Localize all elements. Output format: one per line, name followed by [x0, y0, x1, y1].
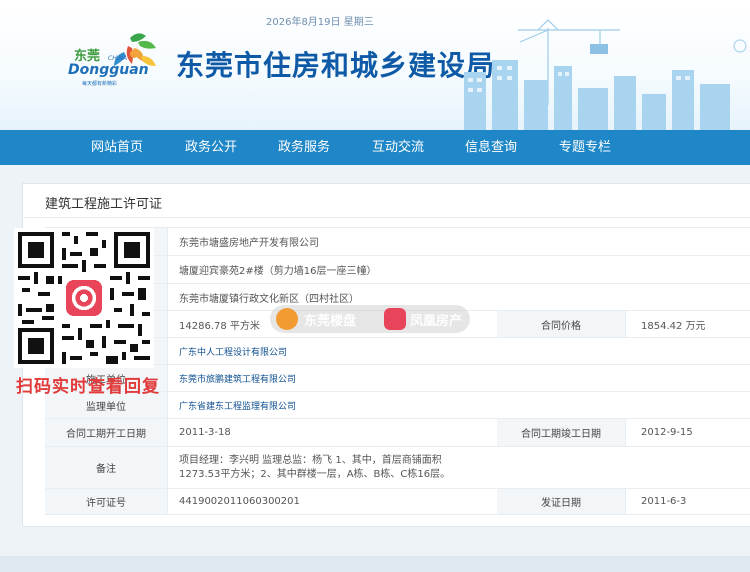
watermark-text-left: 东莞楼盘	[304, 314, 357, 329]
nav-item-gov-affairs[interactable]: 政务公开	[185, 130, 237, 165]
supervision-unit-link[interactable]: 广东省建东工程监理有限公司	[179, 392, 296, 418]
divider	[167, 311, 168, 337]
divider	[167, 228, 168, 255]
row-dates: 合同工期开工日期 2011-3-18 合同工期竣工日期 2012-9-15	[45, 418, 750, 446]
divider	[167, 489, 168, 514]
current-date: 2026年8月19日 星期三	[266, 17, 374, 28]
nav-item-gov-services[interactable]: 政务服务	[278, 130, 330, 165]
divider	[167, 447, 168, 488]
divider	[167, 338, 168, 364]
start-date-label: 合同工期开工日期	[45, 419, 167, 446]
start-date-value: 2011-3-18	[179, 427, 231, 438]
divider	[625, 311, 626, 337]
row-remark: 备注 项目经理：李兴明 监理总监：杨飞 1、其中，首层商铺面积1273.53平方…	[45, 446, 750, 488]
row-permit: 许可证号 441900201106030020​1 发证日期 2011-6-3	[45, 488, 750, 515]
remark-value: 项目经理：李兴明 监理总监：杨飞 1、其中，首层商铺面积1273.53平方米；2…	[179, 455, 451, 480]
contract-price-value: 1854.42 万元	[641, 320, 706, 332]
footer-band	[0, 556, 750, 572]
logo-slogan: 每天都有新精彩	[82, 80, 117, 87]
end-date-value: 2012-9-15	[641, 427, 693, 438]
design-unit-link[interactable]: 广东中人工程设计有限公司	[179, 338, 287, 364]
qr-caption: 扫码实时查看回复	[16, 377, 160, 397]
construction-unit-link[interactable]: 东莞市旅鹏建筑工程有限公司	[179, 365, 296, 391]
nav-item-interaction[interactable]: 互动交流	[372, 130, 424, 165]
watermark-app-icon	[384, 308, 406, 330]
nav-item-info-query[interactable]: 信息查询	[465, 130, 517, 165]
divider	[167, 365, 168, 391]
panel-title: 建筑工程施工许可证	[45, 197, 163, 212]
qr-center-logo-icon	[66, 280, 102, 316]
main-nav: 网站首页 政务公开 政务服务 互动交流 信息查询 专题专栏	[0, 130, 750, 165]
nav-item-home[interactable]: 网站首页	[91, 130, 143, 165]
issue-date-value: 2011-6-3	[641, 496, 687, 507]
watermark: 东莞楼盘 凤凰房产	[270, 305, 470, 333]
qr-code[interactable]	[14, 228, 154, 368]
contract-price-label: 合同价格	[497, 311, 625, 337]
divider	[625, 419, 626, 446]
site-header: 2026年8月19日 星期三 东莞 CHINA Dongguan 每天都有新精彩…	[0, 0, 750, 130]
watermark-text-right: 凤凰房产	[410, 314, 463, 329]
divider	[167, 284, 168, 310]
site-title: 东莞市住房和城乡建设局	[176, 49, 496, 82]
project-value: 塘厦迎宾豪苑2#楼（剪力墙16层一座三幢）	[179, 266, 377, 277]
nav-item-special-topics[interactable]: 专题专栏	[559, 130, 611, 165]
logo-en: Dongguan	[68, 62, 149, 78]
permit-no-value: 441900201106030020​1	[179, 496, 300, 507]
builder-value: 东莞市塘盛房地产开发有限公司	[179, 238, 319, 249]
end-date-label: 合同工期竣工日期	[497, 419, 625, 446]
issue-date-label: 发证日期	[497, 489, 625, 514]
panel-divider	[23, 217, 750, 218]
dongguan-logo[interactable]: 东莞 CHINA Dongguan 每天都有新精彩	[68, 30, 168, 92]
divider	[167, 419, 168, 446]
remark-label: 备注	[45, 447, 167, 488]
city-skyline-illustration	[464, 19, 747, 130]
area-value: 14286.78 平方米	[179, 320, 260, 332]
divider	[167, 256, 168, 283]
watermark-logo-icon	[276, 308, 298, 330]
divider	[167, 392, 168, 418]
permit-no-label: 许可证号	[45, 489, 167, 514]
divider	[625, 489, 626, 514]
logo-china: CHINA	[108, 55, 127, 62]
